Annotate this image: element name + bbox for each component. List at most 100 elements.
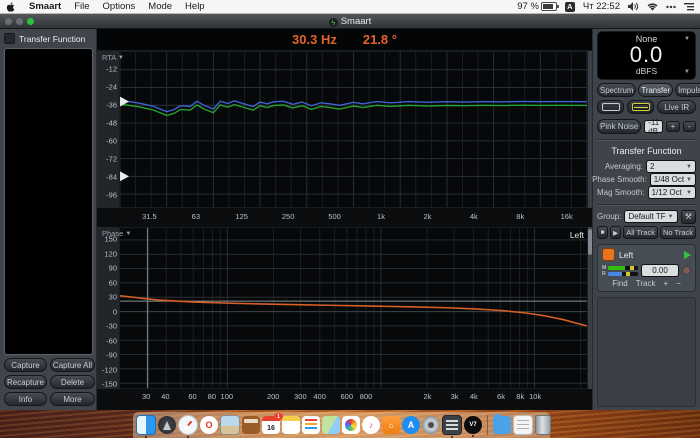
trash-icon[interactable] [535, 415, 551, 435]
dock-item-trash[interactable] [535, 415, 551, 435]
delete-button[interactable]: Delete [49, 375, 96, 389]
input-source-icon[interactable]: A [564, 1, 575, 12]
generator-plus-button[interactable]: + [666, 121, 680, 132]
smaart-icon[interactable]: V7 [464, 416, 482, 434]
menu-clock[interactable]: Чт 22:52 [583, 1, 620, 12]
generator-minus-button[interactable]: - [682, 121, 696, 132]
battery-indicator[interactable]: 97 % [517, 1, 559, 12]
dock-item-books[interactable]: ⌂ [382, 416, 400, 434]
menu-item-mode[interactable]: Mode [148, 1, 172, 12]
volume-icon[interactable] [628, 2, 639, 11]
dock-item-preview[interactable] [220, 415, 240, 435]
scrollbar-thumb[interactable] [588, 229, 592, 255]
dock-item-sysprefs[interactable] [422, 416, 440, 434]
pair-action-+[interactable]: + [663, 279, 668, 288]
dock-item-opera[interactable]: O [200, 416, 218, 434]
play-button[interactable]: ▶ [610, 226, 622, 239]
plot-type-selector-phase[interactable]: Phase ▼ [102, 229, 131, 238]
menu-item-file[interactable]: File [74, 1, 89, 12]
magnitude-plot-canvas[interactable] [119, 51, 588, 208]
dock-item-downloads[interactable] [493, 414, 511, 434]
preview-icon[interactable] [220, 415, 240, 435]
pair-action-find[interactable]: Find [612, 279, 628, 288]
tab-impulse[interactable]: Impulse [675, 83, 700, 97]
capture-all-button[interactable]: Capture All [49, 358, 96, 372]
appstore-icon[interactable]: A [402, 416, 420, 434]
group-manager-icon[interactable]: ⚒ [680, 209, 696, 224]
info-button[interactable]: Info [4, 392, 47, 406]
launchpad-icon[interactable] [158, 416, 176, 434]
documents-icon[interactable] [513, 415, 533, 435]
calendar-icon[interactable]: 16 1 [262, 413, 283, 434]
input-level-box[interactable]: None 0.0 dBFS ▼ ▼ [597, 31, 696, 80]
capture-button[interactable]: Capture [4, 358, 47, 372]
dock-item-notes[interactable] [282, 416, 300, 434]
dock-item-appstore[interactable]: A [402, 416, 420, 434]
window-title-bar[interactable]: ϟ Smaart [0, 14, 700, 29]
dock-item-safari[interactable] [178, 415, 198, 438]
live-ir-button[interactable]: Live IR [657, 100, 697, 114]
dock-item-photos[interactable] [342, 416, 360, 434]
itunes-icon[interactable]: ♪ [362, 416, 380, 434]
pair-active-icon[interactable] [684, 250, 691, 259]
dock-item-contacts[interactable] [242, 416, 260, 434]
dock-item-itunes[interactable]: ♪ [362, 416, 380, 434]
phase-plot-canvas[interactable] [119, 227, 588, 389]
notification-center-icon[interactable] [684, 2, 694, 11]
stop-button[interactable]: ■ [597, 226, 609, 239]
more-button[interactable]: More [49, 392, 96, 406]
sysprefs-icon[interactable] [422, 416, 440, 434]
pink-noise-button[interactable]: Pink Noise [597, 119, 642, 134]
menu-item-help[interactable]: Help [185, 1, 205, 12]
wifi-icon[interactable] [647, 2, 658, 11]
plot-type-selector-rta[interactable]: RTA ▼ [102, 53, 124, 62]
generator-level[interactable]: -11 dB [644, 118, 664, 136]
magnitude-plot[interactable]: RTA ▼ -12 -24 -36 -48 -60 -72 -84 -96 31.5 63 125… [97, 51, 592, 227]
recapture-button[interactable]: Recapture [4, 375, 47, 389]
averaging-select[interactable]: 2 ▼ [646, 160, 696, 173]
reminders-icon[interactable] [302, 416, 320, 434]
downloads-icon[interactable] [493, 414, 511, 434]
phase-smooth-select[interactable]: 1/48 Oct ▼ [649, 173, 696, 186]
dock-item-smaart[interactable]: V7 [464, 416, 482, 437]
photos-icon[interactable] [342, 416, 360, 434]
mag-smooth-select[interactable]: 1/12 Oct ▼ [647, 186, 696, 199]
safari-icon[interactable] [178, 415, 198, 435]
delay-value[interactable]: 0.00 [641, 264, 679, 277]
dock-item-maps[interactable] [322, 416, 340, 434]
capture-list[interactable] [4, 48, 93, 355]
contacts-icon[interactable] [242, 416, 260, 434]
dock-item-calendar[interactable]: 16 1 [262, 413, 283, 434]
threshold-marker-icon[interactable] [120, 171, 130, 182]
chevron-down-icon[interactable]: ▼ [684, 36, 690, 42]
opera-icon[interactable]: O [200, 416, 218, 434]
dock-item-finder[interactable] [136, 415, 156, 438]
tab-spectrum[interactable]: Spectrum [597, 83, 637, 97]
chevron-down-icon[interactable]: ▼ [684, 69, 690, 75]
signal-pair-panel[interactable]: Left M R 0.00 Find Track + − [597, 244, 696, 292]
signal-meter-1[interactable] [597, 100, 625, 114]
pair-action-track[interactable]: Track [636, 279, 656, 288]
finder-icon[interactable] [136, 415, 156, 435]
no-track-button[interactable]: No Track [659, 226, 696, 239]
mail-icon[interactable] [442, 415, 462, 435]
dock-item-documents[interactable] [513, 415, 533, 435]
all-track-button[interactable]: All Track [623, 226, 658, 239]
tab-transfer[interactable]: Transfer [638, 83, 674, 97]
phase-plot[interactable]: Phase ▼ Left 150 120 90 60 30 0 -30 -60 -90 -120-… [97, 227, 592, 405]
apple-menu-icon[interactable] [6, 2, 16, 12]
dock-item-launchpad[interactable] [158, 416, 176, 434]
menu-item-smaart[interactable]: Smaart [29, 1, 61, 12]
pair-action-−[interactable]: − [676, 279, 681, 288]
notes-icon[interactable] [282, 416, 300, 434]
group-select[interactable]: Default TF ▼ [624, 210, 678, 223]
menu-item-options[interactable]: Options [103, 1, 136, 12]
trace-color-swatch[interactable] [602, 248, 615, 261]
books-icon[interactable]: ⌂ [382, 416, 400, 434]
maps-icon[interactable] [322, 416, 340, 434]
dock-item-mail[interactable] [442, 415, 462, 438]
dock-item-reminders[interactable] [302, 416, 320, 434]
more-menu-icon[interactable] [666, 5, 676, 9]
signal-meter-2[interactable] [627, 100, 655, 114]
sidebar-checkbox[interactable] [4, 33, 15, 44]
